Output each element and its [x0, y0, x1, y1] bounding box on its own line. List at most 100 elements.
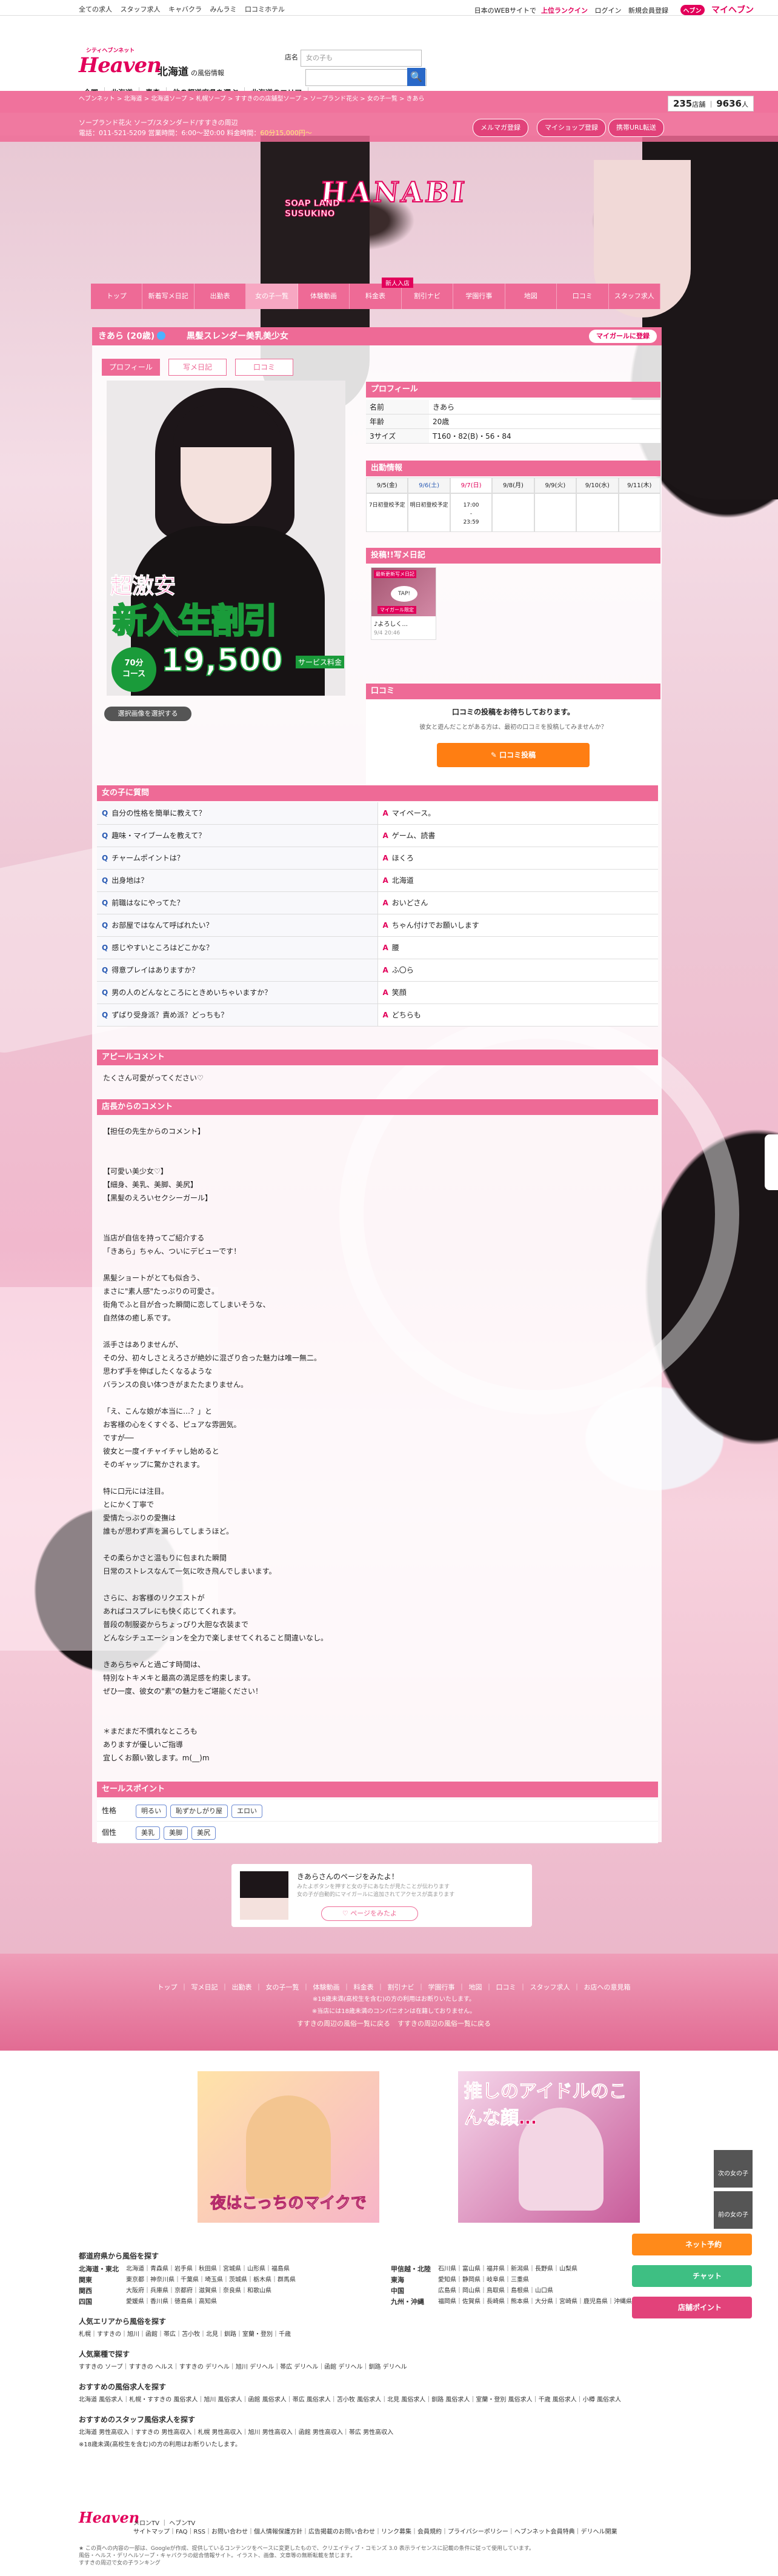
shopnav-diary[interactable]: 新着写メ日記 — [142, 284, 194, 309]
fnav-item[interactable]: スタッフ求人 — [530, 1983, 570, 1991]
top-link-minrami[interactable]: みんラミ — [210, 5, 237, 13]
change-image-button[interactable]: 選択画像を選択する — [104, 707, 191, 721]
area-heading: 人気エリアから風俗を探す — [79, 2317, 167, 2326]
tab-diary[interactable]: 写メ日記 — [168, 359, 227, 376]
diary-date: 9/4 20:46 — [374, 630, 401, 636]
top-link-all-jobs[interactable]: 全ての求人 — [79, 5, 112, 13]
post-review-button[interactable]: ✎ 口コミ投稿 — [437, 743, 590, 767]
schedule-heading: 出勤情報 — [366, 461, 660, 476]
fnav-item[interactable]: 女の子一覧 — [266, 1983, 299, 1991]
chat-button[interactable]: チャット — [632, 2265, 752, 2287]
back-to-list-link[interactable]: すすきの周辺の風俗一覧に戻る — [297, 2020, 390, 2028]
mitayo-button[interactable]: ♡ ページをみたよ — [321, 1906, 418, 1921]
shopnav-top[interactable]: トップ — [91, 284, 143, 309]
register-link[interactable]: 新規会員登録 — [628, 7, 668, 15]
shop-comment-heading: 店長からのコメント — [97, 1099, 658, 1115]
diary-card[interactable]: 最新更新写メ日記 TAP! マイガール限定 ♪よろしく... 9/4 20:46 — [371, 567, 436, 640]
pref-heading: 都道府県から風俗を探す — [79, 2252, 159, 2260]
ad-banner-1[interactable]: 夜はこっちのマイクで — [198, 2071, 379, 2223]
shop-point-button[interactable]: 店舗ポイント — [632, 2297, 752, 2318]
pref-links[interactable]: 東京都｜神奈川県｜千葉県｜埼玉県｜茨城県｜栃木県｜群馬県 — [126, 2275, 387, 2286]
sales-tag[interactable]: エロい — [231, 1805, 262, 1818]
top-links: 全ての求人 スタッフ求人 キャバクラ みんラミ 口コミホテル — [79, 4, 291, 14]
shopnav-recruit[interactable]: スタッフ求人 — [609, 284, 660, 309]
tab-profile[interactable]: プロフィール — [102, 359, 160, 376]
top-utility-bar: 全ての求人 スタッフ求人 キャバクラ みんラミ 口コミホテル 日本のWEBサイト… — [0, 0, 778, 16]
top-link-staff-jobs[interactable]: スタッフ求人 — [121, 5, 161, 13]
shopnav-video[interactable]: 体験動画 — [298, 284, 350, 309]
schedule-day: 9/7(日) — [450, 478, 493, 493]
pref-links[interactable]: 大阪府｜兵庫県｜京都府｜滋賀県｜奈良県｜和歌山県 — [126, 2286, 387, 2297]
sales-tag[interactable]: 美乳 — [136, 1826, 160, 1840]
schedule-cell — [618, 493, 660, 532]
sales-tag[interactable]: 美尻 — [191, 1826, 216, 1840]
site-logo[interactable]: シティヘブンネット Heaven — [79, 48, 162, 78]
net-reserve-button[interactable]: ネット予約 — [632, 2234, 752, 2255]
back-to-list-link-2[interactable]: すすきの周辺の風俗一覧に戻る — [397, 2020, 491, 2028]
shop-footer-nav: トップ｜写メ日記｜出勤表｜女の子一覧｜体験動画｜料金表｜割引ナビ｜学園行事｜地図… — [145, 1982, 642, 2030]
shopnav-schedule[interactable]: 出勤表 — [194, 284, 247, 309]
tab-review[interactable]: 口コミ — [235, 359, 293, 376]
schedule-day: 9/10(水) — [576, 478, 619, 493]
side-share-widget[interactable] — [765, 1134, 778, 1190]
schedule-day: 9/9(火) — [534, 478, 577, 493]
diary-caption: ♪よろしく... — [374, 621, 408, 628]
fnav-item[interactable]: お店への意見箱 — [584, 1983, 631, 1991]
sales-tag[interactable]: 明るい — [136, 1805, 167, 1818]
fnav-item[interactable]: 学園行事 — [428, 1983, 455, 1991]
login-link[interactable]: ログイン — [595, 7, 622, 15]
qa-row: Q 得意プレイはありますか？ A ふ〇ら — [97, 959, 658, 982]
sales-tag[interactable]: 恥ずかしがり屋 — [170, 1805, 228, 1818]
my-heaven-link[interactable]: ヘブン マイヘブン — [676, 5, 754, 15]
pref-grid: 北海道・東北 北海道｜青森県｜岩手県｜秋田県｜宮城県｜山形県｜福島県 甲信越・北陸… — [79, 2264, 699, 2308]
qa-row: Q 男の人のどんなところにときめいちゃいますか？ A 笑顔 — [97, 982, 658, 1004]
schedule-day: 9/8(月) — [492, 478, 534, 493]
review-heading: 口コミ — [366, 684, 660, 699]
pref-links[interactable]: 広島県｜岡山県｜鳥取県｜島根県｜山口県 — [438, 2286, 699, 2297]
sales-tag[interactable]: 美脚 — [164, 1826, 188, 1840]
girl-thumbnail — [240, 1871, 288, 1920]
staff-links[interactable]: 北海道 男性高収入｜すすきの 男性高収入｜札幌 男性高収入｜旭川 男性高収入｜函… — [79, 2428, 699, 2438]
girl-name: きあら (20歳) — [98, 331, 155, 341]
mobile-url-button[interactable]: 携帯URL転送 — [608, 119, 664, 137]
fnav-item[interactable]: 口コミ — [496, 1983, 516, 1991]
fnav-item[interactable]: トップ — [158, 1983, 178, 1991]
prev-girl-button[interactable]: 前の女の子 — [714, 2191, 753, 2229]
mailmag-button[interactable]: メルマガ登録 — [473, 119, 528, 137]
shop-nav: 新人入店 トップ 新着写メ日記 出勤表 女の子一覧 体験動画 料金表 割引ナビ … — [91, 278, 660, 309]
fnav-item[interactable]: 写メ日記 — [191, 1983, 218, 1991]
qa-row: Q 出身地は？ A 北海道 — [97, 870, 658, 892]
schedule-day: 9/5(金) — [366, 478, 408, 493]
fnav-item[interactable]: 料金表 — [354, 1983, 374, 1991]
new-badge: 新人入店 — [382, 278, 413, 288]
add-fav-button[interactable]: マイガールに登録 — [589, 330, 657, 343]
shopnav-review[interactable]: 口コミ — [557, 284, 609, 309]
fnav-item[interactable]: 体験動画 — [313, 1983, 340, 1991]
pref-links[interactable]: 愛媛県｜香川県｜徳島県｜高知県 — [126, 2297, 387, 2308]
qa-row: Q 感じやすいところはどこかな？ A 腰 — [97, 937, 658, 959]
ad-banner-2[interactable]: 推しのアイドルのこんな顔… — [458, 2071, 640, 2223]
shop-logo: HANABI SOAP LAND SUSUKINO — [285, 175, 470, 219]
search-area: 店名 女の子も 🔍 — [285, 50, 427, 86]
fnav-item[interactable]: 割引ナビ — [388, 1983, 414, 1991]
breadcrumb[interactable]: ヘブンネット > 北海道 > 北海道ソープ > 札幌ソープ > すすきのの店舗型… — [79, 93, 425, 102]
myshop-button[interactable]: マイショップ登録 — [537, 119, 606, 137]
top-link-cabaret[interactable]: キャバクラ — [168, 5, 202, 13]
top-link-hotel[interactable]: 口コミホテル — [245, 5, 285, 13]
girl-photo[interactable]: 超激安 新入生割引 70分 コース 19,500 サービス料金 — [107, 381, 345, 696]
job-links[interactable]: 北海道 風俗求人｜札幌・すすきの 風俗求人｜旭川 風俗求人｜函館 風俗求人｜帯広… — [79, 2395, 699, 2406]
area-links[interactable]: 札幌｜すすきの｜旭川｜函館｜帯広｜苫小牧｜北見｜釧路｜室蘭・登別｜千歳 — [79, 2329, 699, 2340]
pref-links[interactable]: 北海道｜青森県｜岩手県｜秋田県｜宮城県｜山形県｜福島県 — [126, 2264, 387, 2275]
fnav-item[interactable]: 地図 — [469, 1983, 482, 1991]
search-button[interactable]: 🔍 — [407, 68, 425, 86]
shopnav-events[interactable]: 学園行事 — [453, 284, 505, 309]
next-girl-button[interactable]: 次の女の子 — [714, 2150, 753, 2188]
mitayo-title: きあらさんのページをみたよ！ — [297, 1872, 399, 1881]
footer-nav-links[interactable]: メロンTV ｜ ヘブンTV サイトマップ｜FAQ｜RSS｜お問い合わせ｜個人情報… — [133, 2520, 703, 2537]
shopnav-map[interactable]: 地図 — [505, 284, 557, 309]
genre-links[interactable]: すすきの ソープ｜すすきの ヘルス｜すすきの デリヘル｜旭川 デリヘル｜帯広 デ… — [79, 2362, 699, 2373]
search-input[interactable]: 女の子も — [301, 50, 422, 67]
shopnav-girls[interactable]: 女の子一覧 — [246, 284, 298, 309]
appeal-text: たくさん可愛がってください♡ — [103, 1074, 204, 1082]
fnav-item[interactable]: 出勤表 — [232, 1983, 252, 1991]
